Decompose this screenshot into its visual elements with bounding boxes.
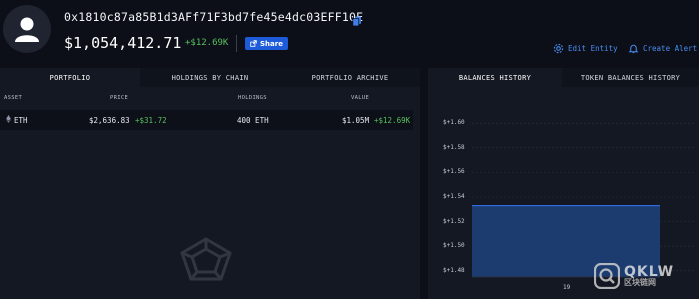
edit-entity-button[interactable]: Edit Entity xyxy=(553,43,618,54)
y-tick-label: $+1.56 xyxy=(443,168,465,176)
portfolio-tabs: PORTFOLIO HOLDINGS BY CHAIN PORTFOLIO AR… xyxy=(0,68,420,87)
total-balance: $1,054,412.71 xyxy=(64,34,182,52)
asset-value: $1.05M xyxy=(342,116,370,125)
asset-price: $2,636.83 xyxy=(89,116,130,125)
create-alert-label: Create Alert xyxy=(643,44,698,53)
tab-portfolio[interactable]: PORTFOLIO xyxy=(0,68,140,87)
arkham-logo xyxy=(178,236,234,282)
watermark-title: QKLW xyxy=(624,264,675,280)
tab-portfolio-archive[interactable]: PORTFOLIO ARCHIVE xyxy=(280,68,420,87)
price-change: +$31.72 xyxy=(135,116,167,125)
share-button[interactable]: Share xyxy=(245,37,288,50)
user-icon xyxy=(15,17,39,42)
column-header-holdings[interactable]: HOLDINGS xyxy=(238,95,267,101)
copy-icon[interactable] xyxy=(352,12,362,27)
asset-name[interactable]: ETH xyxy=(14,116,28,125)
qklw-logo-icon xyxy=(594,263,620,289)
y-tick-label: $+1.60 xyxy=(443,119,465,127)
watermark-subtitle: 区块链网 xyxy=(624,278,656,287)
x-tick-label: 19 xyxy=(563,284,571,291)
create-alert-button[interactable]: Create Alert xyxy=(628,43,697,54)
balance-change: +$12.69K xyxy=(185,38,229,48)
y-tick-label: $+1.54 xyxy=(443,193,465,200)
asset-holdings: 400 ETH xyxy=(237,116,269,125)
portfolio-panel: PORTFOLIO HOLDINGS BY CHAIN PORTFOLIO AR… xyxy=(0,68,420,299)
divider xyxy=(236,35,237,52)
column-header-value[interactable]: VALUE xyxy=(351,95,369,101)
value-change: +$12.69K xyxy=(374,116,411,125)
eth-icon xyxy=(6,115,11,125)
column-header-asset[interactable]: ASSET xyxy=(4,95,22,101)
edit-entity-label: Edit Entity xyxy=(568,44,618,53)
tab-holdings-by-chain[interactable]: HOLDINGS BY CHAIN xyxy=(140,68,280,87)
wallet-address: 0x1810c87a85B1d3AFf71F3bd7fe45e4dc03EFF1… xyxy=(64,10,364,24)
table-row[interactable]: ETH $2,636.83 +$31.72 400 ETH $1.05M +$1… xyxy=(0,110,413,130)
qklw-watermark: QKLW 区块链网 xyxy=(594,263,674,289)
share-icon xyxy=(250,40,257,47)
y-tick-label: $+1.50 xyxy=(443,242,465,250)
y-tick-label: $+1.52 xyxy=(443,217,465,225)
y-tick-label: $+1.48 xyxy=(443,266,465,274)
column-header-price[interactable]: PRICE xyxy=(110,95,128,101)
gear-icon xyxy=(553,43,564,54)
share-label: Share xyxy=(260,39,283,48)
y-tick-label: $+1.58 xyxy=(443,143,465,151)
bell-icon xyxy=(628,44,639,54)
avatar xyxy=(3,5,51,53)
